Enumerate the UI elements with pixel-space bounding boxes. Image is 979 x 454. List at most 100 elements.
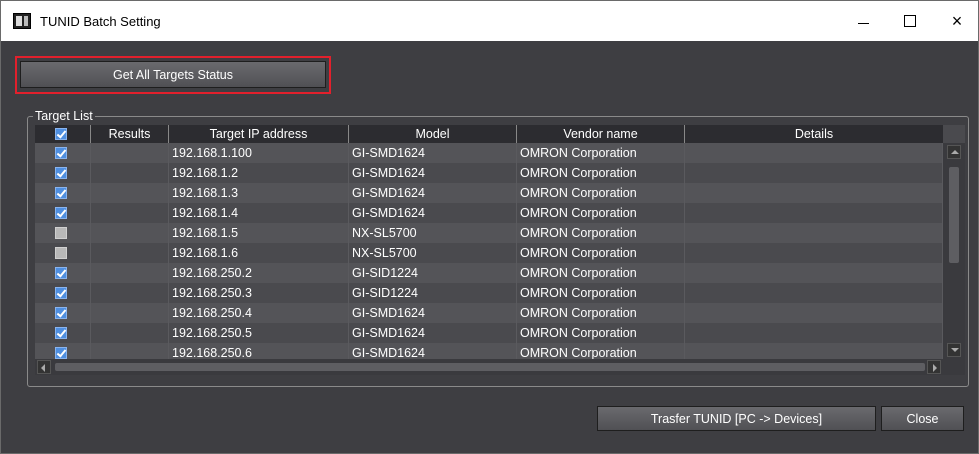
row-checkbox[interactable]	[55, 247, 67, 259]
scrollbar-corner	[943, 359, 965, 375]
horizontal-scrollbar[interactable]	[35, 359, 943, 375]
table-row[interactable]: 192.168.1.3 GI-SMD1624 OMRON Corporation	[35, 183, 943, 203]
close-button[interactable]: Close	[881, 406, 964, 431]
details-cell	[685, 283, 943, 303]
grid-header: Results Target IP address Model Vendor n…	[35, 125, 943, 143]
row-checkbox-cell[interactable]	[35, 143, 91, 163]
transfer-tunid-button[interactable]: Trasfer TUNID [PC -> Devices]	[597, 406, 876, 431]
get-all-targets-status-button[interactable]: Get All Targets Status	[20, 61, 326, 88]
column-header-target-ip[interactable]: Target IP address	[169, 125, 349, 143]
table-row[interactable]: 192.168.1.6 NX-SL5700 OMRON Corporation	[35, 243, 943, 263]
row-checkbox[interactable]	[55, 167, 67, 179]
row-checkbox[interactable]	[55, 147, 67, 159]
result-cell	[91, 283, 169, 303]
details-cell	[685, 303, 943, 323]
table-row[interactable]: 192.168.1.4 GI-SMD1624 OMRON Corporation	[35, 203, 943, 223]
table-row[interactable]: 192.168.250.3 GI-SID1224 OMRON Corporation	[35, 283, 943, 303]
target-ip-cell: 192.168.1.3	[169, 183, 349, 203]
row-checkbox[interactable]	[55, 227, 67, 239]
vendor-cell: OMRON Corporation	[517, 183, 685, 203]
model-cell: GI-SID1224	[349, 283, 517, 303]
scroll-right-icon[interactable]	[927, 360, 941, 374]
row-checkbox-cell[interactable]	[35, 303, 91, 323]
table-row[interactable]: 192.168.250.4 GI-SMD1624 OMRON Corporation	[35, 303, 943, 323]
title-bar: TUNID Batch Setting ×	[1, 1, 978, 41]
model-cell: GI-SMD1624	[349, 323, 517, 343]
row-checkbox[interactable]	[55, 307, 67, 319]
details-cell	[685, 223, 943, 243]
table-row[interactable]: 192.168.1.100 GI-SMD1624 OMRON Corporation	[35, 143, 943, 163]
table-row[interactable]: 192.168.1.2 GI-SMD1624 OMRON Corporation	[35, 163, 943, 183]
column-header-vendor[interactable]: Vendor name	[517, 125, 685, 143]
target-ip-cell: 192.168.250.2	[169, 263, 349, 283]
vendor-cell: OMRON Corporation	[517, 203, 685, 223]
target-ip-cell: 192.168.1.6	[169, 243, 349, 263]
details-cell	[685, 263, 943, 283]
details-cell	[685, 183, 943, 203]
row-checkbox[interactable]	[55, 187, 67, 199]
table-row[interactable]: 192.168.250.5 GI-SMD1624 OMRON Corporation	[35, 323, 943, 343]
result-cell	[91, 263, 169, 283]
close-window-button[interactable]: ×	[934, 1, 978, 41]
row-checkbox-cell[interactable]	[35, 243, 91, 263]
horizontal-scroll-thumb[interactable]	[55, 363, 925, 371]
model-cell: GI-SID1224	[349, 263, 517, 283]
app-icon	[13, 13, 31, 29]
row-checkbox-cell[interactable]	[35, 163, 91, 183]
model-cell: NX-SL5700	[349, 223, 517, 243]
row-checkbox-cell[interactable]	[35, 263, 91, 283]
target-ip-cell: 192.168.250.3	[169, 283, 349, 303]
select-all-checkbox[interactable]	[55, 128, 67, 140]
column-header-results[interactable]: Results	[91, 125, 169, 143]
row-checkbox[interactable]	[55, 327, 67, 339]
row-checkbox[interactable]	[55, 207, 67, 219]
details-cell	[685, 323, 943, 343]
row-checkbox[interactable]	[55, 267, 67, 279]
vendor-cell: OMRON Corporation	[517, 323, 685, 343]
maximize-icon	[904, 15, 916, 27]
model-cell: GI-SMD1624	[349, 203, 517, 223]
select-all-header[interactable]	[35, 125, 91, 143]
target-grid: Results Target IP address Model Vendor n…	[35, 125, 965, 375]
row-checkbox-cell[interactable]	[35, 203, 91, 223]
table-row[interactable]: 192.168.1.5 NX-SL5700 OMRON Corporation	[35, 223, 943, 243]
vendor-cell: OMRON Corporation	[517, 263, 685, 283]
result-cell	[91, 223, 169, 243]
minimize-button[interactable]	[840, 1, 886, 41]
column-header-model[interactable]: Model	[349, 125, 517, 143]
result-cell	[91, 163, 169, 183]
scroll-left-icon[interactable]	[37, 360, 51, 374]
target-ip-cell: 192.168.1.5	[169, 223, 349, 243]
scroll-down-icon[interactable]	[947, 343, 961, 357]
vendor-cell: OMRON Corporation	[517, 243, 685, 263]
vertical-scroll-thumb[interactable]	[949, 167, 959, 263]
column-header-details[interactable]: Details	[685, 125, 943, 143]
table-row[interactable]: 192.168.250.2 GI-SID1224 OMRON Corporation	[35, 263, 943, 283]
result-cell	[91, 183, 169, 203]
details-cell	[685, 143, 943, 163]
row-checkbox-cell[interactable]	[35, 283, 91, 303]
row-checkbox-cell[interactable]	[35, 183, 91, 203]
model-cell: GI-SMD1624	[349, 183, 517, 203]
vendor-cell: OMRON Corporation	[517, 223, 685, 243]
row-checkbox-cell[interactable]	[35, 223, 91, 243]
row-checkbox-cell[interactable]	[35, 323, 91, 343]
row-checkbox[interactable]	[55, 287, 67, 299]
vertical-scrollbar[interactable]	[943, 143, 965, 359]
row-checkbox[interactable]	[55, 347, 67, 359]
target-ip-cell: 192.168.1.2	[169, 163, 349, 183]
model-cell: GI-SMD1624	[349, 303, 517, 323]
scroll-up-icon[interactable]	[947, 145, 961, 159]
details-cell	[685, 163, 943, 183]
result-cell	[91, 323, 169, 343]
target-list-label: Target List	[33, 108, 95, 124]
vendor-cell: OMRON Corporation	[517, 303, 685, 323]
model-cell: NX-SL5700	[349, 243, 517, 263]
maximize-button[interactable]	[887, 1, 933, 41]
result-cell	[91, 243, 169, 263]
vendor-cell: OMRON Corporation	[517, 163, 685, 183]
tunid-batch-setting-window: TUNID Batch Setting × Get All Targets St…	[0, 0, 979, 454]
details-cell	[685, 243, 943, 263]
target-ip-cell: 192.168.250.4	[169, 303, 349, 323]
window-title: TUNID Batch Setting	[40, 13, 161, 29]
